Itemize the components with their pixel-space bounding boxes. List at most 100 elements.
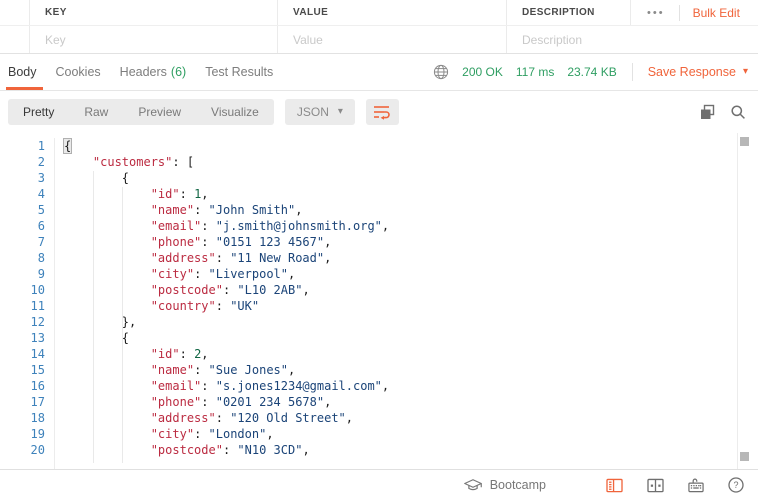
code-line: "email": "s.jones1234@gmail.com", — [64, 378, 389, 394]
code-line: "city": "London", — [64, 426, 389, 442]
actions-divider — [679, 5, 680, 21]
code-line: "city": "Liverpool", — [64, 266, 389, 282]
line-number: 6 — [0, 218, 45, 234]
code-line: "postcode": "L10 2AB", — [64, 282, 389, 298]
headers-count-badge: (6) — [171, 65, 186, 79]
params-actions: ••• Bulk Edit — [630, 0, 758, 25]
line-number: 15 — [0, 362, 45, 378]
scrollbar-track — [737, 133, 738, 469]
tab-test-results[interactable]: Test Results — [205, 54, 273, 90]
description-column-header: DESCRIPTION — [507, 0, 630, 25]
json-code-block: { "customers": [ { "id": 1, "name": "Joh… — [55, 138, 389, 469]
network-globe-icon[interactable] — [433, 64, 449, 80]
code-line: "address": "11 New Road", — [64, 250, 389, 266]
line-number: 7 — [0, 234, 45, 250]
svg-text:?: ? — [733, 480, 738, 490]
line-number: 11 — [0, 298, 45, 314]
code-line: { — [64, 138, 389, 154]
two-pane-view-button[interactable] — [647, 478, 664, 493]
line-number: 2 — [0, 154, 45, 170]
line-number: 9 — [0, 266, 45, 282]
wrap-lines-button[interactable] — [366, 99, 399, 125]
params-input-row — [0, 26, 758, 54]
code-line: "country": "UK" — [64, 298, 389, 314]
response-time: 117 ms — [516, 65, 554, 79]
line-number: 17 — [0, 394, 45, 410]
line-number: 20 — [0, 442, 45, 458]
keyboard-shortcuts-button[interactable] — [688, 477, 704, 493]
chevron-down-icon: ▾ — [743, 67, 748, 77]
copy-button[interactable] — [699, 104, 716, 121]
console-icon — [606, 478, 623, 493]
scrollbar-down-handle[interactable] — [740, 452, 749, 461]
keyboard-icon — [688, 477, 704, 493]
language-select[interactable]: JSON ▾ — [285, 99, 355, 125]
line-number: 16 — [0, 378, 45, 394]
key-column-header: KEY — [30, 0, 278, 25]
scrollbar-up-handle[interactable] — [740, 137, 749, 146]
line-number: 1 — [0, 138, 45, 154]
mode-raw-button[interactable]: Raw — [69, 99, 123, 125]
status-bar: Bootcamp — [0, 469, 758, 500]
more-actions-icon[interactable]: ••• — [631, 7, 679, 19]
line-number: 18 — [0, 410, 45, 426]
response-size: 23.74 KB — [567, 65, 616, 79]
save-response-button[interactable]: Save Response ▾ — [648, 65, 748, 79]
tab-cookies[interactable]: Cookies — [56, 54, 101, 90]
bulk-edit-link[interactable]: Bulk Edit — [693, 6, 740, 20]
copy-icon — [699, 104, 716, 121]
bootcamp-button[interactable]: Bootcamp — [464, 478, 546, 492]
mode-pretty-button[interactable]: Pretty — [8, 99, 69, 125]
line-number: 12 — [0, 314, 45, 330]
graduation-cap-icon — [464, 478, 482, 492]
params-header-row: KEY VALUE DESCRIPTION ••• Bulk Edit — [0, 0, 758, 26]
view-toolbar-right — [699, 104, 746, 121]
line-number: 3 — [0, 170, 45, 186]
code-line: "address": "120 Old Street", — [64, 410, 389, 426]
description-input[interactable] — [522, 33, 758, 47]
two-pane-icon — [647, 478, 664, 493]
code-line: "name": "John Smith", — [64, 202, 389, 218]
code-line: "id": 1, — [64, 186, 389, 202]
line-number-gutter: 1234567891011121314151617181920 — [0, 138, 55, 469]
mode-preview-button[interactable]: Preview — [123, 99, 196, 125]
line-number: 10 — [0, 282, 45, 298]
tab-headers[interactable]: Headers(6) — [120, 54, 187, 90]
console-toggle-button[interactable] — [606, 478, 623, 493]
indent-guide — [122, 187, 123, 463]
line-number: 8 — [0, 250, 45, 266]
code-line: { — [64, 330, 389, 346]
line-number: 5 — [0, 202, 45, 218]
response-body-editor: 1234567891011121314151617181920 { "custo… — [0, 133, 758, 469]
line-number: 19 — [0, 426, 45, 442]
body-view-toolbar: Pretty Raw Preview Visualize JSON ▾ — [0, 91, 758, 133]
code-line: "customers": [ — [64, 154, 389, 170]
status-code: 200 OK — [462, 65, 503, 79]
line-number: 14 — [0, 346, 45, 362]
code-line: }, — [64, 314, 389, 330]
response-meta: 200 OK 117 ms 23.74 KB Save Response ▾ — [433, 63, 748, 81]
indent-guide — [93, 171, 94, 463]
code-line: "phone": "0151 123 4567", — [64, 234, 389, 250]
search-icon — [730, 104, 746, 120]
code-line: "name": "Sue Jones", — [64, 362, 389, 378]
params-table: KEY VALUE DESCRIPTION ••• Bulk Edit — [0, 0, 758, 54]
code-line: "phone": "0201 234 5678", — [64, 394, 389, 410]
value-column-header: VALUE — [278, 0, 507, 25]
response-tabs-bar: Body Cookies Headers(6) Test Results 200… — [0, 54, 758, 91]
help-button[interactable]: ? — [728, 477, 744, 493]
view-mode-segment: Pretty Raw Preview Visualize — [8, 99, 274, 125]
meta-divider — [632, 63, 633, 81]
postman-response-panel: KEY VALUE DESCRIPTION ••• Bulk Edit Body… — [0, 0, 758, 500]
mode-visualize-button[interactable]: Visualize — [196, 99, 274, 125]
value-input[interactable] — [293, 33, 506, 47]
code-line: { — [64, 170, 389, 186]
line-number: 13 — [0, 330, 45, 346]
help-icon: ? — [728, 477, 744, 493]
key-input[interactable] — [45, 33, 277, 47]
tab-body[interactable]: Body — [8, 54, 37, 90]
search-button[interactable] — [730, 104, 746, 120]
params-select-column — [0, 0, 30, 25]
code-line: "postcode": "N10 3CD", — [64, 442, 389, 458]
row-select-cell — [0, 26, 30, 53]
